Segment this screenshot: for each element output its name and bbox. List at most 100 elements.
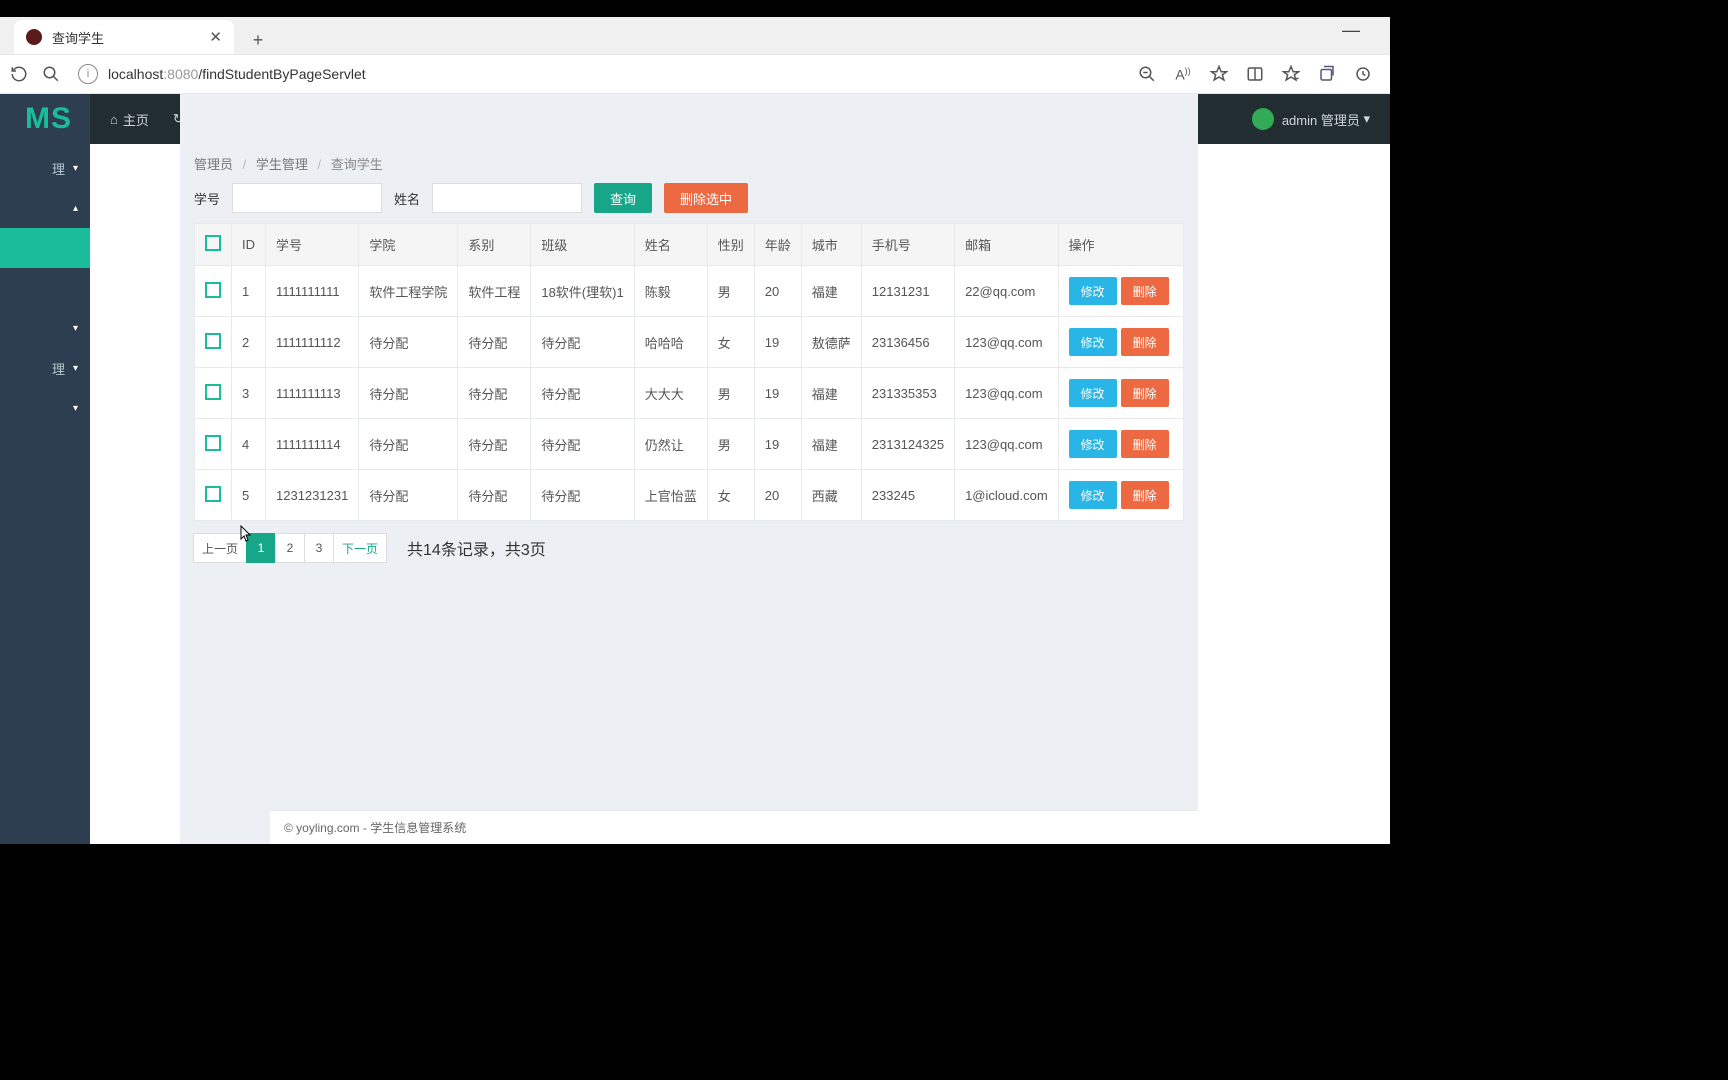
col-op: 操作 [1058, 224, 1183, 266]
sidebar-item-6[interactable]: ▾ [0, 388, 90, 428]
collections-icon[interactable] [1316, 63, 1338, 85]
extensions-icon[interactable] [1352, 63, 1374, 85]
nav-home[interactable]: ⌂主页 [110, 110, 149, 129]
cell-sno: 1111111112 [266, 317, 359, 368]
input-sno[interactable] [232, 183, 382, 213]
cell-age: 20 [754, 266, 801, 317]
window-minimize[interactable]: — [1342, 20, 1360, 41]
close-icon[interactable]: ✕ [209, 28, 222, 46]
sidebar-item-5[interactable]: 理▾ [0, 348, 90, 388]
edit-button[interactable]: 修改 [1069, 379, 1117, 407]
breadcrumb: 管理员 / 学生管理 / 查询学生 [194, 154, 1184, 173]
cell-gender: 男 [707, 368, 754, 419]
search-icon[interactable] [40, 63, 62, 85]
sidebar: MS 理▾ ▴ ▾ 理▾ ▾ [0, 94, 90, 844]
favorite-icon[interactable] [1208, 63, 1230, 85]
cell-age: 19 [754, 419, 801, 470]
sidebar-item-active[interactable] [0, 228, 90, 268]
chevron-up-icon: ▴ [73, 203, 78, 214]
cell-college: 待分配 [359, 317, 458, 368]
logo: MS [0, 94, 90, 148]
page-1[interactable]: 1 [246, 533, 276, 563]
sidebar-item-1[interactable]: ▴ [0, 188, 90, 228]
cell-city: 西藏 [801, 470, 861, 521]
chevron-down-icon: ▾ [1363, 111, 1370, 127]
edit-button[interactable]: 修改 [1069, 277, 1117, 305]
read-aloud-icon[interactable]: A)) [1172, 63, 1194, 85]
zoom-icon[interactable] [1136, 63, 1158, 85]
cell-sno: 1111111113 [266, 368, 359, 419]
page-next[interactable]: 下一页 [333, 533, 387, 563]
cell-city: 福建 [801, 419, 861, 470]
delete-selected-button[interactable]: 删除选中 [664, 183, 748, 213]
cell-age: 20 [754, 470, 801, 521]
sidebar-item-3[interactable] [0, 268, 90, 308]
cell-phone: 23136456 [861, 317, 954, 368]
col-city: 城市 [801, 224, 861, 266]
label-name: 姓名 [394, 189, 420, 208]
delete-button[interactable]: 删除 [1121, 379, 1169, 407]
input-name[interactable] [432, 183, 582, 213]
new-tab-button[interactable]: + [244, 26, 272, 54]
col-gender: 性别 [707, 224, 754, 266]
checkbox-row[interactable] [205, 333, 221, 349]
checkbox-row[interactable] [205, 384, 221, 400]
col-dept: 系别 [458, 224, 531, 266]
table-row: 51231231231待分配待分配待分配上官怡蓝女20西藏2332451@icl… [195, 470, 1184, 521]
cell-city: 敖德萨 [801, 317, 861, 368]
delete-button[interactable]: 删除 [1121, 277, 1169, 305]
checkbox-row[interactable] [205, 282, 221, 298]
info-icon[interactable]: i [78, 64, 98, 84]
chevron-down-icon: ▾ [73, 403, 78, 414]
delete-button[interactable]: 删除 [1121, 328, 1169, 356]
delete-button[interactable]: 删除 [1121, 481, 1169, 509]
chevron-down-icon: ▾ [73, 363, 78, 374]
user-menu[interactable]: admin 管理员 ▾ [1252, 108, 1370, 130]
breadcrumb-admin[interactable]: 管理员 [194, 157, 233, 172]
home-icon: ⌂ [110, 112, 118, 127]
edit-button[interactable]: 修改 [1069, 430, 1117, 458]
cell-name: 哈哈哈 [634, 317, 707, 368]
cell-class: 待分配 [531, 419, 634, 470]
cell-class: 待分配 [531, 470, 634, 521]
cell-id: 4 [232, 419, 266, 470]
page-3[interactable]: 3 [304, 533, 334, 563]
cell-id: 5 [232, 470, 266, 521]
cell-city: 福建 [801, 368, 861, 419]
cell-college: 待分配 [359, 419, 458, 470]
cell-email: 123@qq.com [955, 368, 1059, 419]
avatar [1252, 108, 1274, 130]
checkbox-row[interactable] [205, 486, 221, 502]
edit-button[interactable]: 修改 [1069, 328, 1117, 356]
search-button[interactable]: 查询 [594, 183, 652, 213]
cell-name: 上官怡蓝 [634, 470, 707, 521]
favorites-list-icon[interactable] [1280, 63, 1302, 85]
checkbox-all[interactable] [205, 235, 221, 251]
col-class: 班级 [531, 224, 634, 266]
table-row: 31111111113待分配待分配待分配大大大男19福建231335353123… [195, 368, 1184, 419]
page-prev[interactable]: 上一页 [193, 533, 247, 563]
split-icon[interactable] [1244, 63, 1266, 85]
checkbox-row[interactable] [205, 435, 221, 451]
browser-tab[interactable]: 查询学生 ✕ [14, 20, 234, 54]
cell-id: 3 [232, 368, 266, 419]
cell-age: 19 [754, 317, 801, 368]
refresh-icon[interactable] [8, 63, 30, 85]
col-age: 年龄 [754, 224, 801, 266]
page-2[interactable]: 2 [275, 533, 305, 563]
col-phone: 手机号 [861, 224, 954, 266]
cell-dept: 待分配 [458, 317, 531, 368]
cell-sno: 1231231231 [266, 470, 359, 521]
breadcrumb-student-mgmt[interactable]: 学生管理 [256, 157, 308, 172]
sidebar-item-0[interactable]: 理▾ [0, 148, 90, 188]
cell-email: 123@qq.com [955, 317, 1059, 368]
label-sno: 学号 [194, 189, 220, 208]
cell-name: 陈毅 [634, 266, 707, 317]
table-row: 11111111111软件工程学院软件工程18软件(理软)1陈毅男20福建121… [195, 266, 1184, 317]
table-row: 21111111112待分配待分配待分配哈哈哈女19敖德萨23136456123… [195, 317, 1184, 368]
url-field[interactable]: i localhost:8080/findStudentByPageServle… [78, 64, 1126, 84]
cell-sno: 1111111111 [266, 266, 359, 317]
edit-button[interactable]: 修改 [1069, 481, 1117, 509]
delete-button[interactable]: 删除 [1121, 430, 1169, 458]
sidebar-item-4[interactable]: ▾ [0, 308, 90, 348]
